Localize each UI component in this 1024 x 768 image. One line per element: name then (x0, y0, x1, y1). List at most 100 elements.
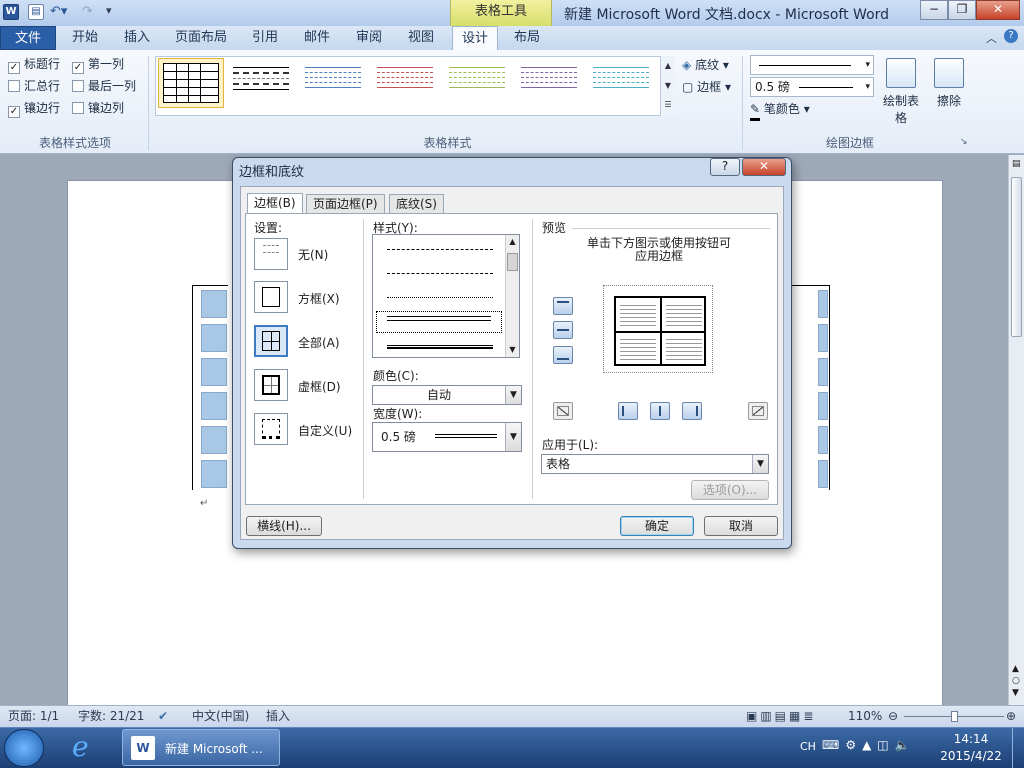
table-cell[interactable] (201, 460, 227, 488)
pen-style-dropdown[interactable]: ▾ (750, 55, 874, 75)
gallery-up-icon[interactable]: ▲ (661, 56, 675, 76)
table-style-grid-selected[interactable] (158, 58, 224, 108)
tab-review[interactable]: 审阅 (346, 26, 392, 50)
view-buttons-icon[interactable]: ▣▥▤▦≣ (746, 706, 816, 727)
close-button[interactable]: ✕ (976, 0, 1020, 20)
style-scroll-thumb[interactable] (507, 253, 518, 271)
tab-page-layout[interactable]: 页面布局 (166, 26, 236, 50)
checkbox-header-row-box[interactable]: ✓ (8, 62, 20, 74)
gallery-more-icon[interactable]: ☰ (661, 96, 675, 114)
ruler-toggle-icon[interactable]: ▤ (1012, 159, 1021, 169)
color-dropdown[interactable]: 自动 ▼ (372, 385, 522, 405)
tray-clock[interactable]: 14:14 2015/4/22 (936, 731, 1006, 765)
checkbox-banded-rows-box[interactable]: ✓ (8, 106, 20, 118)
vertical-scrollbar[interactable]: ▤ ▲ ○ ▼ (1008, 155, 1024, 705)
setting-box-icon[interactable] (254, 281, 288, 313)
dialog-close-button[interactable]: ✕ (742, 158, 786, 176)
show-desktop-button[interactable] (1012, 728, 1024, 768)
zoom-in-icon[interactable]: ⊕ (1006, 706, 1016, 727)
borders-button[interactable]: ▢ 边框 ▾ (682, 78, 731, 96)
setting-grid-icon[interactable] (254, 369, 288, 401)
checkbox-banded-rows[interactable]: ✓ 镶边行 (8, 100, 60, 118)
width-dropdown[interactable]: 0.5 磅 ▼ (372, 422, 522, 452)
checkbox-last-column[interactable]: 最后一列 (72, 78, 136, 94)
tab-insert[interactable]: 插入 (114, 26, 160, 50)
tab-design[interactable]: 设计 (452, 26, 498, 51)
line-style-dashed[interactable] (387, 249, 493, 250)
table-cell[interactable] (201, 358, 227, 386)
checkbox-total-row-box[interactable] (8, 80, 20, 92)
checkbox-banded-columns[interactable]: 镶边列 (72, 100, 124, 116)
gallery-down-icon[interactable]: ▼ (661, 76, 675, 96)
line-style-selected[interactable] (376, 311, 502, 333)
table-cell[interactable] (201, 426, 227, 454)
minimize-ribbon-icon[interactable]: ︿ (986, 30, 997, 46)
dialog-help-button[interactable]: ? (710, 158, 740, 176)
pen-color-button[interactable]: ✎ 笔颜色 ▾ (750, 100, 810, 121)
line-style-thick-thin[interactable] (387, 345, 493, 349)
scrollbar-thumb[interactable] (1011, 177, 1022, 337)
tab-view[interactable]: 视图 (398, 26, 444, 50)
top-border-button[interactable] (553, 297, 573, 315)
tray-icons[interactable]: ⌨⚙▲◫🔈 (822, 738, 916, 752)
setting-grid-label[interactable]: 虚框(D) (298, 379, 341, 395)
scroll-up-icon[interactable]: ▲ (506, 235, 519, 249)
shading-button[interactable]: ◈ 底纹 ▾ (682, 56, 729, 74)
tab-borders[interactable]: 边框(B) (247, 193, 303, 214)
line-style-dash-dot-dot[interactable] (387, 297, 493, 298)
table-style-accent-3[interactable] (444, 58, 510, 108)
checkbox-first-column[interactable]: ✓ 第一列 (72, 56, 124, 74)
cancel-button[interactable]: 取消 (704, 516, 778, 536)
customize-quick-access-icon[interactable]: ▾ (106, 4, 112, 17)
left-border-button[interactable] (618, 402, 638, 420)
help-icon[interactable]: ? (1004, 29, 1018, 43)
word-app-icon[interactable]: W (3, 4, 19, 20)
checkbox-header-row[interactable]: ✓ 标题行 (8, 56, 60, 74)
horizontal-line-button[interactable]: 横线(H)... (246, 516, 322, 536)
table-style-accent-1[interactable] (300, 58, 366, 108)
inside-vertical-button[interactable] (650, 402, 670, 420)
undo-icon[interactable]: ↶▾ (50, 4, 67, 19)
setting-none-icon[interactable] (254, 238, 288, 270)
zoom-slider-thumb[interactable] (951, 711, 958, 722)
bottom-border-button[interactable] (553, 346, 573, 364)
line-style-dash-dot[interactable] (387, 273, 493, 274)
proofing-icon[interactable]: ✔ (158, 706, 168, 727)
zoom-out-icon[interactable]: ⊖ (888, 706, 898, 727)
checkbox-total-row[interactable]: 汇总行 (8, 78, 60, 94)
table-style-accent-2[interactable] (372, 58, 438, 108)
taskbar-word-button[interactable]: W 新建 Microsoft ... (122, 729, 280, 766)
setting-all-icon[interactable] (254, 325, 288, 357)
right-border-button[interactable] (682, 402, 702, 420)
tab-references[interactable]: 引用 (242, 26, 288, 50)
draw-table-button[interactable]: 绘制表格 (878, 58, 924, 126)
maximize-button[interactable]: ❐ (948, 0, 976, 20)
table-cell[interactable] (201, 290, 227, 318)
preview-canvas[interactable] (603, 285, 713, 373)
ok-button[interactable]: 确定 (620, 516, 694, 536)
setting-custom-label[interactable]: 自定义(U) (298, 423, 352, 439)
tab-page-border[interactable]: 页面边框(P) (306, 194, 385, 214)
table-style-light-shading[interactable] (228, 58, 294, 108)
dialog-launcher-icon[interactable]: ↘ (960, 137, 968, 147)
tab-home[interactable]: 开始 (62, 26, 108, 50)
options-button[interactable]: 选项(O)... (691, 480, 769, 500)
start-button[interactable] (4, 729, 44, 767)
setting-custom-icon[interactable] (254, 413, 288, 445)
checkbox-banded-columns-box[interactable] (72, 102, 84, 114)
checkbox-first-column-box[interactable]: ✓ (72, 62, 84, 74)
chevron-down-icon[interactable]: ▼ (505, 386, 521, 404)
redo-icon[interactable]: ↷ (82, 4, 93, 19)
style-scrollbar[interactable]: ▲ ▼ (505, 235, 519, 357)
ime-indicator[interactable]: CH (800, 740, 816, 753)
table-style-accent-4[interactable] (516, 58, 582, 108)
internet-explorer-icon[interactable]: e (72, 730, 89, 763)
table-style-accent-5[interactable] (588, 58, 654, 108)
chevron-down-icon[interactable]: ▼ (505, 423, 521, 451)
browse-object-icon[interactable]: ▲ ○ ▼ (1012, 663, 1020, 699)
status-word-count[interactable]: 字数: 21/21 (78, 706, 144, 727)
setting-none-label[interactable]: 无(N) (298, 247, 328, 263)
save-icon[interactable]: ▤ (28, 4, 44, 20)
checkbox-last-column-box[interactable] (72, 80, 84, 92)
diagonal-down-button[interactable] (748, 402, 768, 420)
